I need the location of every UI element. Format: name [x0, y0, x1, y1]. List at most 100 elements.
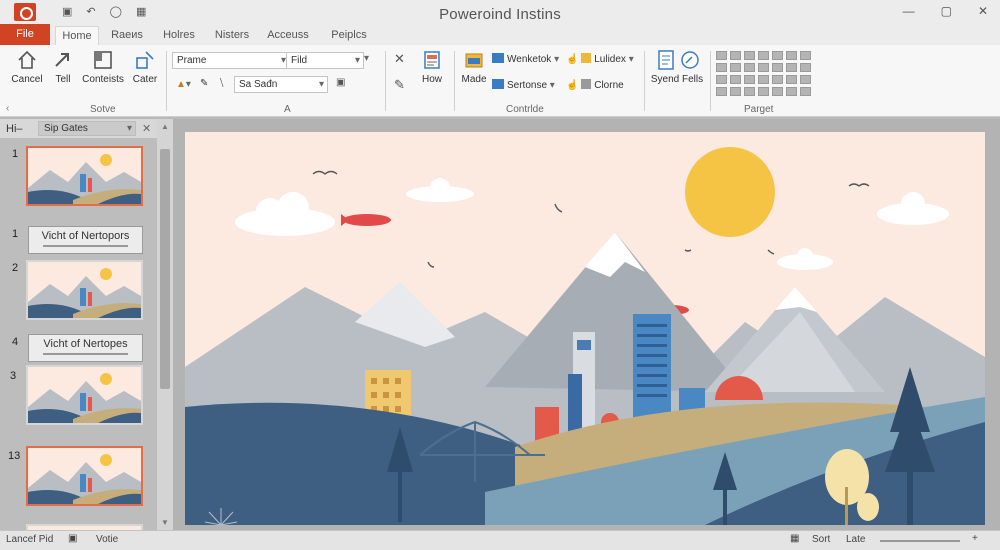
- gallery-cell[interactable]: [730, 87, 741, 96]
- zoom-slider[interactable]: [880, 540, 960, 542]
- paint-bucket-icon[interactable]: ▲▾: [176, 79, 191, 90]
- color-picker-icon[interactable]: ▣: [336, 77, 345, 88]
- gallery-cell[interactable]: [716, 63, 727, 72]
- slide-number: 13: [8, 450, 21, 462]
- panel-scrollbar[interactable]: ▲ ▼: [157, 119, 173, 530]
- slide-thumbnail-4[interactable]: [26, 446, 143, 506]
- group-label-pages: Parget: [744, 104, 774, 115]
- slide-thumbnail-1[interactable]: [26, 146, 143, 206]
- slide-number: 1: [12, 148, 19, 160]
- font-size-select[interactable]: Sa Sađn ▾: [234, 76, 328, 93]
- symbols-icon: [658, 50, 699, 70]
- hand-icon: ☝: [566, 80, 582, 91]
- gallery-cell[interactable]: [800, 51, 811, 60]
- tell-button[interactable]: Tell: [48, 49, 78, 85]
- gallery-cell[interactable]: [772, 87, 783, 96]
- tab-3[interactable]: Holres: [156, 26, 202, 45]
- gallery-cell[interactable]: [730, 75, 741, 84]
- gallery-cell[interactable]: [758, 75, 769, 84]
- workdesk-button[interactable]: Wenketok ▾: [492, 53, 559, 65]
- gallery-cell[interactable]: [772, 75, 783, 84]
- how-button[interactable]: How: [414, 49, 450, 85]
- slide-thumbnail-title-1[interactable]: Vicht of Nertopors: [28, 226, 143, 254]
- clorne-button[interactable]: ☝ Clorne: [566, 79, 624, 91]
- current-slide[interactable]: [185, 132, 985, 525]
- slide-number: 3: [10, 370, 17, 382]
- scroll-thumb[interactable]: [160, 149, 170, 389]
- gallery-cell[interactable]: [716, 75, 727, 84]
- accessibility-icon[interactable]: ▣: [68, 533, 77, 544]
- chevron-left-icon[interactable]: ‹: [6, 103, 9, 114]
- contents-button[interactable]: Conteists: [80, 49, 126, 85]
- tab-4[interactable]: Nisters: [208, 26, 256, 45]
- scroll-up-icon[interactable]: ▲: [161, 122, 169, 131]
- gallery-cell[interactable]: [744, 51, 755, 60]
- tab-file[interactable]: File: [0, 24, 50, 45]
- scroll-down-icon[interactable]: ▼: [161, 518, 169, 527]
- close-icon[interactable]: ✕: [394, 51, 405, 67]
- layout-view-button[interactable]: Late: [846, 534, 865, 545]
- separator: [385, 51, 386, 111]
- landscape-thumbnail-icon: [28, 448, 141, 504]
- gallery-cell[interactable]: [758, 51, 769, 60]
- slide-thumbnail-panel: 1 1 Vicht of Nertopors 2 4 Vicht of Nert…: [0, 138, 157, 534]
- close-panel-icon[interactable]: ✕: [142, 122, 151, 135]
- tab-6[interactable]: Peiplcs: [320, 26, 378, 45]
- format-icon[interactable]: ⧹: [220, 78, 223, 89]
- separator: [644, 51, 645, 111]
- gallery-cell[interactable]: [744, 75, 755, 84]
- gallery-cell[interactable]: [716, 87, 727, 96]
- gallery-cell[interactable]: [786, 87, 797, 96]
- slide-number: 2: [12, 262, 19, 274]
- gallery-cell[interactable]: [744, 63, 755, 72]
- view-icon[interactable]: ▦: [790, 533, 799, 544]
- font-style-select[interactable]: Fild ▾: [286, 52, 364, 69]
- chevron-down-icon[interactable]: ▾: [364, 53, 369, 64]
- gallery-cell[interactable]: [786, 75, 797, 84]
- gallery-cell[interactable]: [716, 51, 727, 60]
- table-icon: [492, 53, 504, 63]
- pen-icon[interactable]: ✎: [200, 78, 208, 89]
- tab-home[interactable]: Home: [55, 26, 99, 45]
- separator: [454, 51, 455, 111]
- close-icon[interactable]: ✕: [978, 4, 988, 18]
- gallery-cell[interactable]: [758, 87, 769, 96]
- tab-2[interactable]: Raеиs: [104, 26, 150, 45]
- minimize-icon[interactable]: —: [903, 4, 915, 18]
- gallery-cell[interactable]: [772, 63, 783, 72]
- font-name-select[interactable]: Prame ▾: [172, 52, 290, 69]
- gallery-cell[interactable]: [800, 87, 811, 96]
- symbol-fields-button[interactable]: Syend Fells: [648, 49, 706, 85]
- slide-thumbnail-2[interactable]: [26, 260, 143, 320]
- slide-thumbnail-title-2[interactable]: Vicht of Nertopes: [28, 334, 143, 362]
- gallery-cell[interactable]: [800, 75, 811, 84]
- pencil-icon[interactable]: ✎: [394, 77, 405, 93]
- window-title: Poweroind Instins: [439, 6, 561, 23]
- slide-thumbnail-3[interactable]: [26, 365, 143, 425]
- gallery-cell[interactable]: [786, 51, 797, 60]
- restore-icon[interactable]: ▢: [941, 4, 952, 18]
- folder-icon: [465, 53, 483, 68]
- gallery-cell[interactable]: [786, 63, 797, 72]
- panel-header-label: Hi–: [6, 123, 23, 135]
- group-label-clipboard: Sotve: [90, 104, 116, 115]
- sertonse-button[interactable]: Sertonse ▾: [492, 79, 555, 91]
- notes-button[interactable]: Votie: [96, 534, 118, 545]
- gallery-cell[interactable]: [758, 63, 769, 72]
- shapes-icon: [136, 51, 154, 69]
- slide-layout-select[interactable]: Sip Gates ▾: [38, 121, 136, 136]
- cater-button[interactable]: Cater: [128, 49, 162, 85]
- tab-5[interactable]: Acceuss: [262, 26, 314, 45]
- lulidex-button[interactable]: ☝ Lulidex ▾: [566, 53, 634, 65]
- gallery-cell[interactable]: [730, 51, 741, 60]
- gallery-cell[interactable]: [730, 63, 741, 72]
- landscape-illustration: [185, 132, 985, 525]
- gallery-cell[interactable]: [800, 63, 811, 72]
- zoom-in-icon[interactable]: +: [972, 533, 978, 544]
- sort-view-button[interactable]: Sort: [812, 534, 830, 545]
- chevron-down-icon: ▾: [354, 55, 360, 66]
- gallery-cell[interactable]: [744, 87, 755, 96]
- made-button[interactable]: Made: [458, 49, 490, 85]
- gallery-cell[interactable]: [772, 51, 783, 60]
- cancel-button[interactable]: Cancel: [8, 49, 46, 85]
